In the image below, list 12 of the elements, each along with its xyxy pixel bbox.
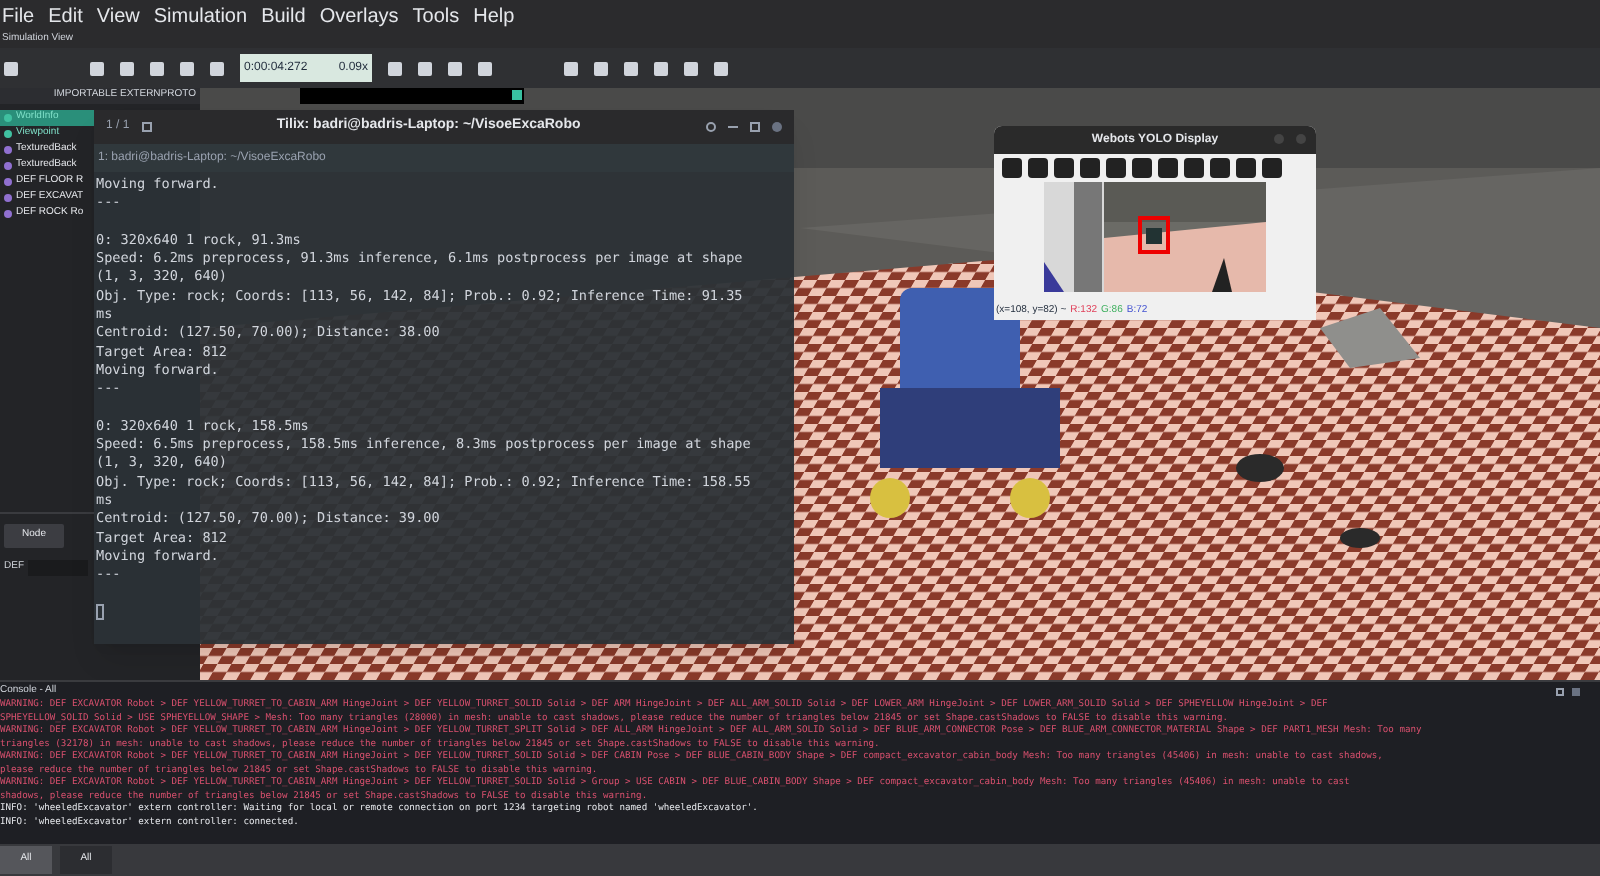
menu-item[interactable]: Overlays [319,1,399,31]
float-icon[interactable] [1556,687,1564,695]
close-icon[interactable] [1572,687,1580,695]
menu-item[interactable]: Help [473,1,515,31]
menu-item[interactable]: Simulation [153,1,248,31]
add-icon[interactable] [141,122,152,132]
menu-item[interactable]: Tools [412,1,460,31]
menu-item[interactable]: Build [261,1,306,31]
menu-item[interactable]: View [96,1,140,31]
menu-item[interactable]: File [2,1,35,31]
menu-item[interactable]: Edit [48,1,83,31]
text-cursor [96,603,104,620]
